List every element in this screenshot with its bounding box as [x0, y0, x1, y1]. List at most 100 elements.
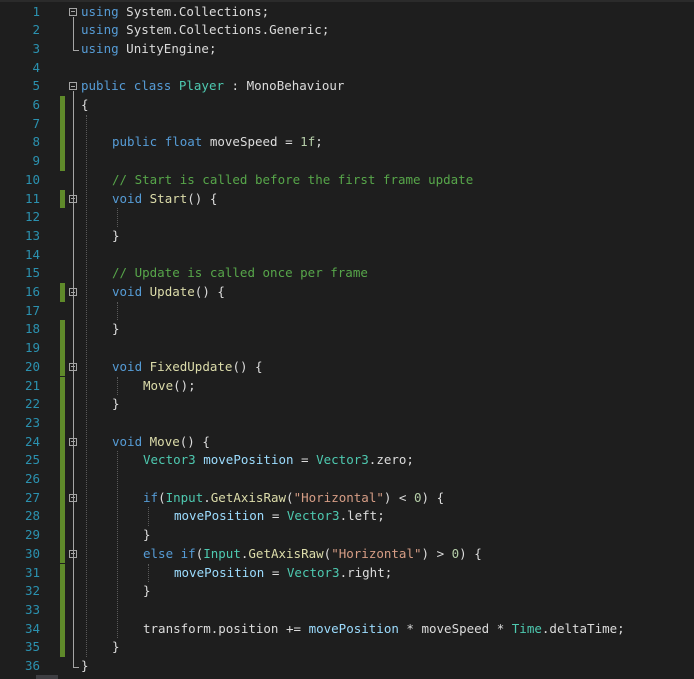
code-token: float — [164, 134, 203, 150]
code-token: Vector3 — [286, 508, 340, 524]
line-number: 33 — [24, 601, 40, 617]
code-token: .right; — [339, 564, 393, 580]
code-editor[interactable]: 1 using System.Collections; 2 using System.… — [0, 0, 694, 679]
code-text: public float moveSpeed = 1f; — [112, 133, 323, 152]
change-marker — [60, 114, 65, 134]
code-text: } — [143, 582, 151, 601]
change-marker — [60, 96, 65, 115]
code-line[interactable]: 23 — [0, 413, 694, 433]
code-text: void FixedUpdate() { — [112, 358, 263, 377]
code-line[interactable]: 24 void Move() { — [0, 432, 694, 452]
line-number: 9 — [32, 153, 40, 169]
code-token: class — [133, 78, 172, 94]
code-line[interactable]: 10 // Start is called before the first fr… — [0, 171, 694, 190]
code-line[interactable]: 7 — [0, 114, 694, 134]
code-line[interactable]: 3 using UnityEngine; — [0, 40, 694, 59]
code-token: Vector3 — [316, 452, 369, 468]
code-text: void Update() { — [112, 283, 225, 302]
line-number: 32 — [24, 583, 40, 599]
code-token: using — [81, 40, 119, 56]
line-number: 26 — [24, 471, 40, 486]
code-line[interactable]: 5 public class Player : MonoBehaviour — [0, 77, 694, 96]
code-line[interactable]: 20 void FixedUpdate() { — [0, 357, 694, 377]
code-line[interactable]: 17 — [0, 302, 694, 321]
code-line[interactable]: 2 using System.Collections.Generic; — [0, 21, 694, 40]
code-text: // Start is called before the first fram… — [112, 171, 473, 190]
outline-end — [73, 667, 79, 669]
collapse-icon[interactable] — [69, 82, 77, 91]
line-number: 28 — [24, 508, 40, 524]
code-line[interactable]: 35} — [0, 638, 694, 657]
indent-guide — [117, 376, 118, 396]
code-token: .deltaTime; — [541, 620, 625, 636]
indent-guide — [117, 451, 118, 639]
code-token: Input — [165, 489, 204, 505]
code-line[interactable]: 9 — [0, 152, 694, 171]
code-line[interactable]: 6{ — [0, 96, 694, 115]
collapse-icon[interactable] — [69, 7, 77, 16]
code-token: Update — [149, 284, 195, 299]
code-line[interactable]: 31 movePosition = Vector3.right; — [0, 563, 694, 583]
code-line[interactable]: 4 — [0, 59, 694, 78]
code-token: ) { — [421, 489, 445, 505]
code-line[interactable]: 11 void Start() { — [0, 189, 694, 209]
code-line[interactable]: 16 void Update() { — [0, 283, 694, 302]
code-line[interactable]: 27 if(Input.GetAxisRaw("Horizontal") < 0)… — [0, 488, 694, 508]
code-token: () { — [194, 284, 225, 299]
horizontal-scrollbar-thumb[interactable] — [36, 675, 58, 679]
line-number: 19 — [24, 340, 40, 356]
outline-line — [73, 16, 74, 51]
code-line[interactable]: 21 Move(); — [0, 376, 694, 396]
code-line[interactable]: 26 — [0, 470, 694, 489]
code-line[interactable]: 22} — [0, 395, 694, 414]
code-line[interactable]: 32} — [0, 582, 694, 601]
change-marker — [60, 544, 65, 564]
code-token: = — [293, 452, 317, 468]
code-line[interactable]: 34 transform.position += movePosition * m… — [0, 619, 694, 639]
code-text: using UnityEngine; — [81, 40, 216, 59]
line-number: 31 — [24, 564, 40, 580]
line-number: 10 — [24, 171, 40, 187]
code-token: .left; — [339, 508, 385, 524]
code-token: () { — [179, 433, 210, 449]
code-token: GetAxisRaw — [210, 489, 287, 505]
line-number: 18 — [24, 321, 40, 337]
code-text: Move(); — [143, 377, 196, 396]
change-marker — [60, 395, 65, 414]
code-line[interactable]: 36} — [0, 657, 694, 676]
code-text: using System.Collections; — [81, 3, 269, 22]
line-number: 23 — [24, 414, 40, 430]
code-line[interactable]: 13} — [0, 227, 694, 246]
code-text: } — [112, 638, 120, 657]
code-line[interactable]: 19 — [0, 339, 694, 358]
code-line[interactable]: 15 // Update is called once per frame — [0, 264, 694, 283]
indent-guide — [117, 208, 118, 227]
line-number: 24 — [24, 433, 40, 449]
code-token: movePosition — [308, 620, 399, 636]
code-line[interactable]: 28 movePosition = Vector3.left; — [0, 507, 694, 527]
code-line[interactable]: 29} — [0, 526, 694, 545]
code-line[interactable]: 1 using System.Collections; — [0, 3, 694, 22]
code-line[interactable]: 30 else if(Input.GetAxisRaw("Horizontal")… — [0, 544, 694, 564]
code-token: Player — [178, 78, 225, 94]
code-token: public — [112, 134, 158, 150]
code-text: Vector3 movePosition = Vector3.zero; — [143, 451, 414, 470]
line-number: 30 — [24, 545, 40, 561]
code-line[interactable]: 25 Vector3 movePosition = Vector3.zero; — [0, 451, 694, 470]
change-marker — [60, 582, 65, 601]
line-number: 5 — [32, 78, 40, 94]
code-line[interactable]: 14 — [0, 246, 694, 265]
line-number: 8 — [32, 134, 40, 150]
code-token: } — [112, 227, 120, 243]
code-line[interactable]: 18} — [0, 320, 694, 340]
code-token: Vector3 — [286, 564, 340, 580]
code-token: () { — [232, 358, 263, 374]
line-number: 11 — [24, 190, 40, 206]
line-number: 17 — [24, 302, 40, 318]
code-line[interactable]: 33 — [0, 600, 694, 620]
code-line[interactable]: 8 public float moveSpeed = 1f; — [0, 133, 694, 153]
code-line[interactable]: 12 — [0, 208, 694, 227]
code-token: ( — [286, 489, 294, 505]
outline-line — [73, 91, 74, 668]
